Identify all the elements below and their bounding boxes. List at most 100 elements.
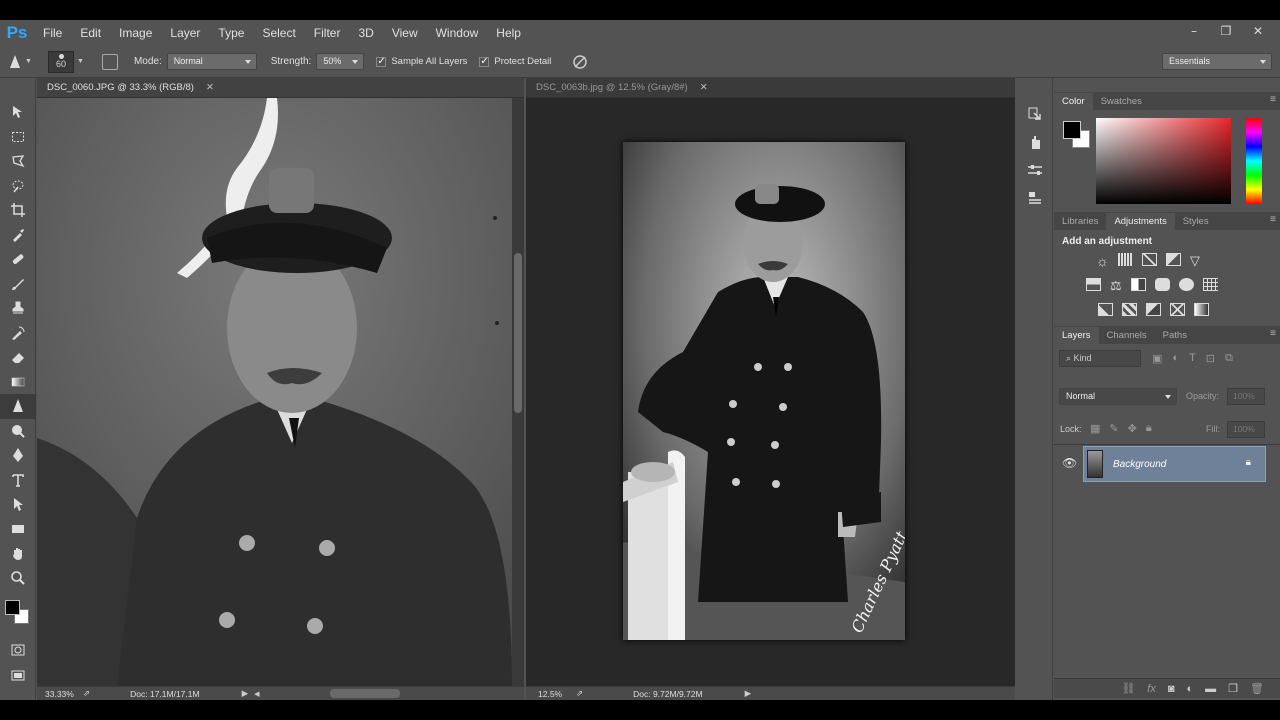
adjustment-filter-icon[interactable]: ◐: [1172, 352, 1179, 365]
strength-input[interactable]: 50%: [316, 53, 365, 70]
invert-icon[interactable]: [1098, 303, 1113, 316]
close-icon[interactable]: ✕: [206, 82, 214, 93]
paragraph-panel-button[interactable]: [1016, 184, 1053, 212]
status-arrow-icon[interactable]: ▶: [242, 688, 249, 699]
lock-all-icon[interactable]: 🔒︎: [1146, 422, 1152, 435]
healing-brush-tool[interactable]: [0, 247, 36, 272]
blend-mode-dropdown[interactable]: Normal: [1059, 388, 1177, 405]
tab-styles[interactable]: Styles: [1175, 213, 1217, 230]
lock-pixels-icon[interactable]: ✎: [1109, 422, 1118, 435]
zoom-tool[interactable]: [0, 566, 36, 591]
rectangle-tool[interactable]: [0, 517, 36, 542]
add-mask-icon[interactable]: ◙: [1168, 683, 1175, 695]
type-tool[interactable]: [0, 468, 36, 493]
quick-mask-tool[interactable]: [0, 638, 36, 663]
sample-all-layers-checkbox[interactable]: ✓ Sample All Layers: [376, 56, 467, 67]
tab-paths[interactable]: Paths: [1155, 327, 1195, 344]
zoom-level[interactable]: 33.33%: [37, 689, 83, 699]
menu-3d[interactable]: 3D: [349, 20, 382, 46]
horizontal-scrollbar-thumb[interactable]: [329, 689, 400, 698]
tab-swatches[interactable]: Swatches: [1093, 93, 1150, 110]
menu-help[interactable]: Help: [487, 20, 530, 46]
panel-menu-icon[interactable]: ≡: [1270, 214, 1276, 225]
adjustment-layer-icon[interactable]: ◐: [1187, 683, 1194, 695]
doc-tab-1[interactable]: DSC_0060.JPG @ 33.3% (RGB/8) ✕: [37, 78, 524, 98]
crop-tool[interactable]: [0, 198, 36, 223]
tab-color[interactable]: Color: [1054, 93, 1093, 110]
minimize-button[interactable]: –: [1182, 24, 1206, 38]
lasso-tool[interactable]: [0, 149, 36, 174]
lock-transparent-icon[interactable]: ▦: [1090, 422, 1100, 435]
tab-adjustments[interactable]: Adjustments: [1106, 213, 1175, 230]
layer-row-background[interactable]: Background 🔒︎: [1083, 446, 1266, 482]
doc-tab-2[interactable]: DSC_0063b.jpg @ 12.5% (Gray/8#) ✕: [526, 78, 1015, 98]
properties-panel-button[interactable]: [1016, 156, 1053, 184]
zoom-level[interactable]: 12.5%: [526, 689, 568, 699]
scrollbar-thumb[interactable]: [514, 253, 522, 413]
trash-icon[interactable]: 🗑︎: [1250, 682, 1264, 695]
hand-tool[interactable]: [0, 541, 36, 566]
close-button[interactable]: ✕: [1246, 24, 1270, 38]
brush-size-picker[interactable]: 60: [48, 50, 74, 73]
link-layers-icon[interactable]: ⛓︎: [1121, 682, 1135, 695]
canvas-original-photo[interactable]: [37, 98, 512, 686]
opacity-input[interactable]: 100%: [1227, 388, 1265, 405]
menu-layer[interactable]: Layer: [161, 20, 209, 46]
menu-file[interactable]: File: [34, 20, 71, 46]
hue-slider[interactable]: [1246, 118, 1262, 204]
quick-selection-tool[interactable]: [0, 174, 36, 199]
panel-menu-icon[interactable]: ≡: [1270, 94, 1276, 105]
type-filter-icon[interactable]: T: [1189, 352, 1196, 365]
color-spectrum-field[interactable]: [1096, 118, 1231, 204]
eye-icon[interactable]: 👁︎: [1062, 456, 1077, 470]
share-icon[interactable]: ⇗: [83, 688, 90, 699]
vertical-scrollbar[interactable]: [512, 98, 524, 686]
brush-tool[interactable]: [0, 272, 36, 297]
channel-mixer-icon[interactable]: [1178, 278, 1194, 291]
sharpen-tool[interactable]: [0, 394, 36, 419]
history-brush-tool[interactable]: [0, 321, 36, 346]
canvas-restored-photo[interactable]: Charles Pyatt: [623, 142, 905, 640]
fill-input[interactable]: 100%: [1227, 421, 1265, 438]
mode-dropdown[interactable]: Normal: [166, 53, 257, 70]
curves-icon[interactable]: [1141, 253, 1157, 266]
tool-preset-picker[interactable]: ▼: [8, 54, 42, 70]
restore-button[interactable]: ❐: [1214, 24, 1238, 38]
new-layer-icon[interactable]: ❐: [1228, 682, 1238, 695]
foreground-color-swatch[interactable]: [5, 600, 20, 615]
fx-icon[interactable]: fx: [1147, 683, 1156, 695]
brush-dropdown-icon[interactable]: ▼: [77, 58, 84, 65]
gradient-tool[interactable]: [0, 370, 36, 395]
menu-select[interactable]: Select: [253, 20, 304, 46]
pressure-icon[interactable]: [571, 53, 589, 71]
levels-icon[interactable]: [1117, 253, 1133, 266]
brush-panel-toggle-icon[interactable]: [101, 53, 118, 70]
history-panel-button[interactable]: [1016, 100, 1053, 128]
tab-channels[interactable]: Channels: [1099, 327, 1155, 344]
vibrance-icon[interactable]: ▽: [1190, 253, 1200, 269]
scroll-left-icon[interactable]: ◀: [254, 690, 259, 698]
gradient-map-icon[interactable]: [1194, 303, 1209, 316]
selective-color-icon[interactable]: [1170, 303, 1185, 316]
menu-window[interactable]: Window: [427, 20, 488, 46]
color-balance-icon[interactable]: ⚖: [1110, 278, 1122, 294]
photo-filter-icon[interactable]: [1154, 278, 1170, 291]
screen-mode-tool[interactable]: [0, 663, 36, 688]
protect-detail-checkbox[interactable]: ✓ Protect Detail: [479, 56, 551, 67]
panel-menu-icon[interactable]: ≡: [1270, 328, 1276, 339]
new-group-icon[interactable]: ▬: [1205, 683, 1216, 695]
path-selection-tool[interactable]: [0, 492, 36, 517]
tab-layers[interactable]: Layers: [1054, 327, 1099, 344]
brightness-icon[interactable]: ☼: [1096, 253, 1109, 269]
pen-tool[interactable]: [0, 443, 36, 468]
eraser-tool[interactable]: [0, 345, 36, 370]
actions-panel-button[interactable]: [1016, 128, 1053, 156]
eyedropper-tool[interactable]: [0, 223, 36, 248]
threshold-icon[interactable]: [1146, 303, 1161, 316]
move-tool[interactable]: [0, 100, 36, 125]
pixel-filter-icon[interactable]: ▣: [1152, 352, 1162, 365]
share-icon[interactable]: ⇗: [576, 688, 583, 699]
menu-image[interactable]: Image: [110, 20, 161, 46]
marquee-tool[interactable]: [0, 125, 36, 150]
status-arrow-icon[interactable]: ▶: [745, 688, 752, 699]
